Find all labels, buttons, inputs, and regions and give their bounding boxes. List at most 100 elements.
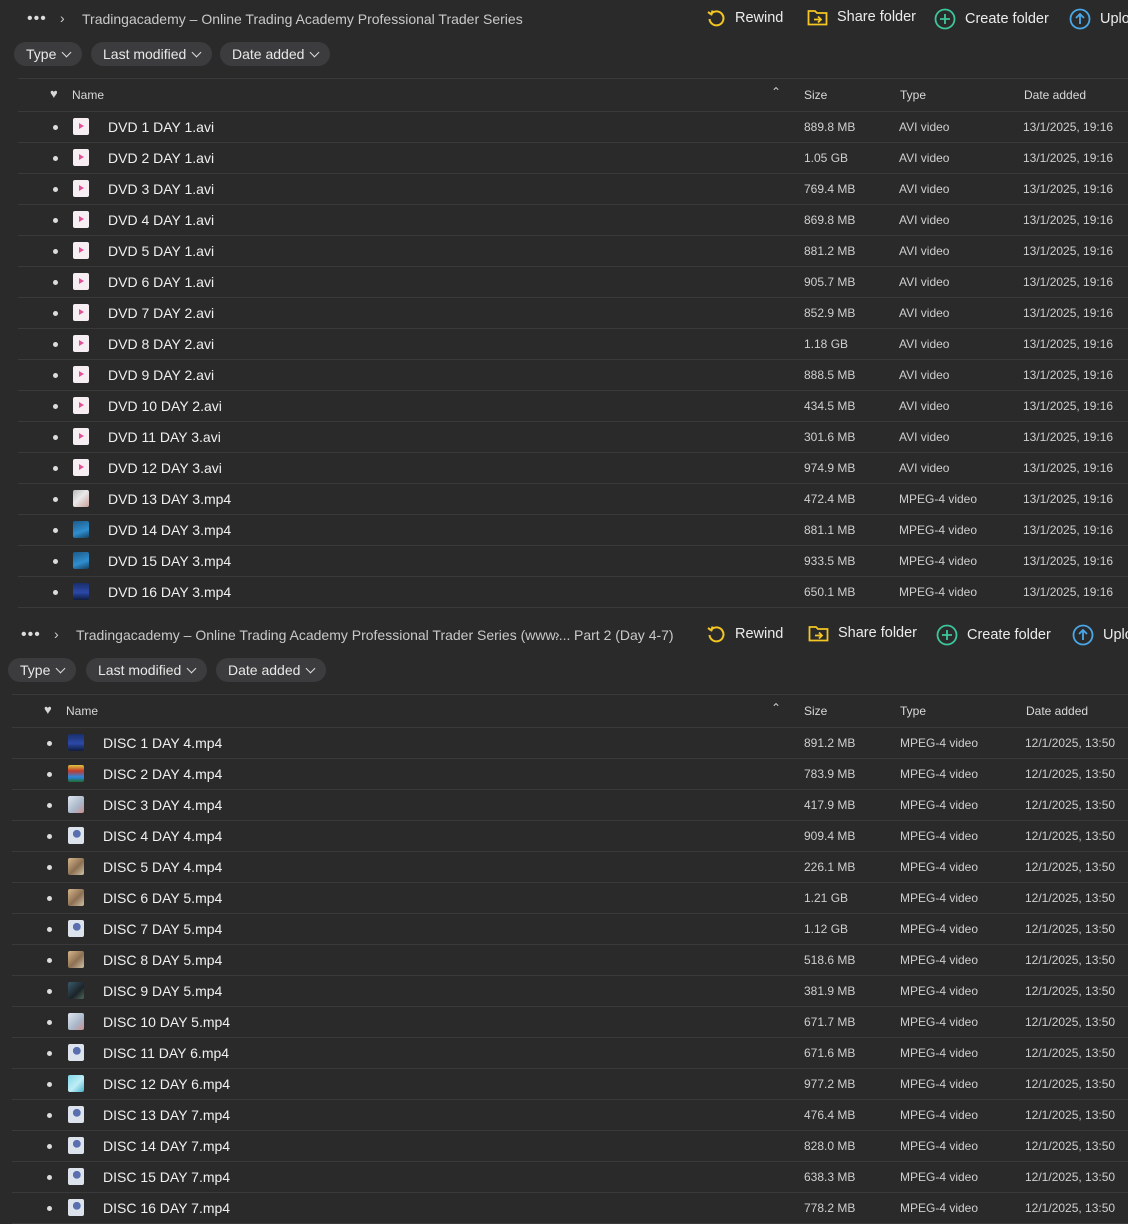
- upload-button[interactable]: Uplo: [1069, 8, 1128, 30]
- filter-type[interactable]: Type: [14, 42, 83, 66]
- file-row[interactable]: DVD 10 DAY 2.avi 434.5 MB AVI video 13/1/20…: [18, 391, 1128, 422]
- file-name[interactable]: DISC 9 DAY 5.mp4: [103, 983, 222, 999]
- create-folder-button[interactable]: Create folder: [934, 8, 1049, 30]
- file-row[interactable]: DVD 4 DAY 1.avi 869.8 MB AVI video 13/1/202…: [18, 205, 1128, 236]
- sort-ascending-icon[interactable]: ⌃: [771, 85, 781, 99]
- favorite-heart-icon[interactable]: ♥: [44, 702, 52, 717]
- file-name[interactable]: DVD 5 DAY 1.avi: [108, 243, 214, 259]
- sort-ascending-icon[interactable]: ⌃: [771, 701, 781, 715]
- file-name[interactable]: DISC 14 DAY 7.mp4: [103, 1138, 230, 1154]
- file-name[interactable]: DISC 10 DAY 5.mp4: [103, 1014, 230, 1030]
- share-folder-button[interactable]: Share folder: [807, 8, 916, 26]
- file-row[interactable]: DISC 13 DAY 7.mp4 476.4 MB MPEG-4 video 12/…: [12, 1100, 1128, 1131]
- file-name[interactable]: DISC 7 DAY 5.mp4: [103, 921, 222, 937]
- upload-label: Uplo: [1103, 627, 1128, 643]
- file-name[interactable]: DISC 4 DAY 4.mp4: [103, 828, 222, 844]
- file-name[interactable]: DISC 8 DAY 5.mp4: [103, 952, 222, 968]
- file-row[interactable]: DVD 7 DAY 2.avi 852.9 MB AVI video 13/1/202…: [18, 298, 1128, 329]
- file-row[interactable]: DVD 8 DAY 2.avi 1.18 GB AVI video 13/1/2025…: [18, 329, 1128, 360]
- file-row[interactable]: DISC 3 DAY 4.mp4 417.9 MB MPEG-4 video 12/1…: [12, 790, 1128, 821]
- file-row[interactable]: DISC 8 DAY 5.mp4 518.6 MB MPEG-4 video 12/1…: [12, 945, 1128, 976]
- share-folder-button[interactable]: Share folder: [808, 624, 917, 642]
- file-name[interactable]: DVD 2 DAY 1.avi: [108, 150, 214, 166]
- file-row[interactable]: DISC 7 DAY 5.mp4 1.12 GB MPEG-4 video 12/1/…: [12, 914, 1128, 945]
- column-date-added[interactable]: Date added: [1026, 704, 1088, 718]
- file-name[interactable]: DISC 12 DAY 6.mp4: [103, 1076, 230, 1092]
- row-bullet: [53, 435, 58, 440]
- file-name[interactable]: DVD 14 DAY 3.mp4: [108, 522, 231, 538]
- column-name[interactable]: Name: [66, 704, 98, 718]
- column-size[interactable]: Size: [804, 88, 827, 102]
- file-name[interactable]: DVD 11 DAY 3.avi: [108, 429, 221, 445]
- file-row[interactable]: DISC 2 DAY 4.mp4 783.9 MB MPEG-4 video 12/1…: [12, 759, 1128, 790]
- file-row[interactable]: DISC 1 DAY 4.mp4 891.2 MB MPEG-4 video 12/1…: [12, 728, 1128, 759]
- favorite-heart-icon[interactable]: ♥: [50, 86, 58, 101]
- file-row[interactable]: DISC 5 DAY 4.mp4 226.1 MB MPEG-4 video 12/1…: [12, 852, 1128, 883]
- file-name[interactable]: DISC 16 DAY 7.mp4: [103, 1200, 230, 1216]
- file-name[interactable]: DVD 3 DAY 1.avi: [108, 181, 214, 197]
- file-row[interactable]: DVD 2 DAY 1.avi 1.05 GB AVI video 13/1/2025…: [18, 143, 1128, 174]
- file-row[interactable]: DISC 15 DAY 7.mp4 638.3 MB MPEG-4 video 12/…: [12, 1162, 1128, 1193]
- file-row[interactable]: DISC 14 DAY 7.mp4 828.0 MB MPEG-4 video 12/…: [12, 1131, 1128, 1162]
- file-row[interactable]: DVD 5 DAY 1.avi 881.2 MB AVI video 13/1/202…: [18, 236, 1128, 267]
- file-name[interactable]: DVD 13 DAY 3.mp4: [108, 491, 231, 507]
- share-folder-icon: [808, 624, 829, 642]
- filter-last-modified[interactable]: Last modified: [91, 42, 213, 66]
- file-row[interactable]: DVD 13 DAY 3.mp4 472.4 MB MPEG-4 video 13/1…: [18, 484, 1128, 515]
- filter-date-added[interactable]: Date added: [220, 42, 331, 66]
- file-name[interactable]: DVD 6 DAY 1.avi: [108, 274, 214, 290]
- breadcrumb-current-folder[interactable]: Part 2 (Day 4-7): [574, 627, 674, 643]
- file-row[interactable]: DISC 16 DAY 7.mp4 778.2 MB MPEG-4 video 12/…: [12, 1193, 1128, 1224]
- file-row[interactable]: DVD 6 DAY 1.avi 905.7 MB AVI video 13/1/202…: [18, 267, 1128, 298]
- file-name[interactable]: DISC 3 DAY 4.mp4: [103, 797, 222, 813]
- file-row[interactable]: DVD 14 DAY 3.mp4 881.1 MB MPEG-4 video 13/1…: [18, 515, 1128, 546]
- file-row[interactable]: DVD 12 DAY 3.avi 974.9 MB AVI video 13/1/20…: [18, 453, 1128, 484]
- filter-last-modified[interactable]: Last modified: [86, 658, 208, 682]
- file-name[interactable]: DVD 1 DAY 1.avi: [108, 119, 214, 135]
- file-name[interactable]: DVD 12 DAY 3.avi: [108, 460, 222, 476]
- file-name[interactable]: DISC 1 DAY 4.mp4: [103, 735, 222, 751]
- filter-date-added[interactable]: Date added: [216, 658, 327, 682]
- breadcrumb-folder[interactable]: Tradingacademy – Online Trading Academy …: [76, 627, 570, 643]
- file-row[interactable]: DISC 12 DAY 6.mp4 977.2 MB MPEG-4 video 12/…: [12, 1069, 1128, 1100]
- file-row[interactable]: DISC 6 DAY 5.mp4 1.21 GB MPEG-4 video 12/1/…: [12, 883, 1128, 914]
- column-type[interactable]: Type: [900, 704, 926, 718]
- file-row[interactable]: DISC 10 DAY 5.mp4 671.7 MB MPEG-4 video 12/…: [12, 1007, 1128, 1038]
- column-name[interactable]: Name: [72, 88, 104, 102]
- file-row[interactable]: DVD 9 DAY 2.avi 888.5 MB AVI video 13/1/202…: [18, 360, 1128, 391]
- file-name[interactable]: DVD 9 DAY 2.avi: [108, 367, 214, 383]
- file-name[interactable]: DVD 4 DAY 1.avi: [108, 212, 214, 228]
- file-row[interactable]: DVD 16 DAY 3.mp4 650.1 MB MPEG-4 video 13/1…: [18, 577, 1128, 608]
- create-folder-button[interactable]: Create folder: [936, 624, 1051, 646]
- file-name[interactable]: DISC 5 DAY 4.mp4: [103, 859, 222, 875]
- more-options-icon[interactable]: •••: [27, 10, 47, 28]
- upload-button[interactable]: Uplo: [1072, 624, 1128, 646]
- file-row[interactable]: DISC 4 DAY 4.mp4 909.4 MB MPEG-4 video 12/1…: [12, 821, 1128, 852]
- file-name[interactable]: DVD 8 DAY 2.avi: [108, 336, 214, 352]
- file-name[interactable]: DISC 6 DAY 5.mp4: [103, 890, 222, 906]
- file-row[interactable]: DISC 11 DAY 6.mp4 671.6 MB MPEG-4 video 12/…: [12, 1038, 1128, 1069]
- file-name[interactable]: DVD 10 DAY 2.avi: [108, 398, 222, 414]
- column-date-added[interactable]: Date added: [1024, 88, 1086, 102]
- file-name[interactable]: DISC 15 DAY 7.mp4: [103, 1169, 230, 1185]
- file-name[interactable]: DISC 2 DAY 4.mp4: [103, 766, 222, 782]
- breadcrumb-folder[interactable]: Tradingacademy – Online Trading Academy …: [82, 11, 523, 27]
- more-options-icon[interactable]: •••: [21, 626, 41, 644]
- file-name[interactable]: DVD 15 DAY 3.mp4: [108, 553, 231, 569]
- column-type[interactable]: Type: [900, 88, 926, 102]
- column-size[interactable]: Size: [804, 704, 827, 718]
- file-row[interactable]: DISC 9 DAY 5.mp4 381.9 MB MPEG-4 video 12/1…: [12, 976, 1128, 1007]
- file-row[interactable]: DVD 3 DAY 1.avi 769.4 MB AVI video 13/1/202…: [18, 174, 1128, 205]
- file-name[interactable]: DVD 7 DAY 2.avi: [108, 305, 214, 321]
- table-header: ♥ Name ⌃ Size Type Date added: [12, 694, 1128, 728]
- file-type: AVI video: [899, 461, 950, 475]
- file-row[interactable]: DVD 1 DAY 1.avi 889.8 MB AVI video 13/1/202…: [18, 112, 1128, 143]
- file-row[interactable]: DVD 11 DAY 3.avi 301.6 MB AVI video 13/1/20…: [18, 422, 1128, 453]
- file-name[interactable]: DISC 11 DAY 6.mp4: [103, 1045, 229, 1061]
- rewind-button[interactable]: Rewind: [706, 624, 783, 644]
- file-name[interactable]: DISC 13 DAY 7.mp4: [103, 1107, 230, 1123]
- filter-type[interactable]: Type: [8, 658, 77, 682]
- file-name[interactable]: DVD 16 DAY 3.mp4: [108, 584, 231, 600]
- rewind-button[interactable]: Rewind: [706, 8, 783, 28]
- file-row[interactable]: DVD 15 DAY 3.mp4 933.5 MB MPEG-4 video 13/1…: [18, 546, 1128, 577]
